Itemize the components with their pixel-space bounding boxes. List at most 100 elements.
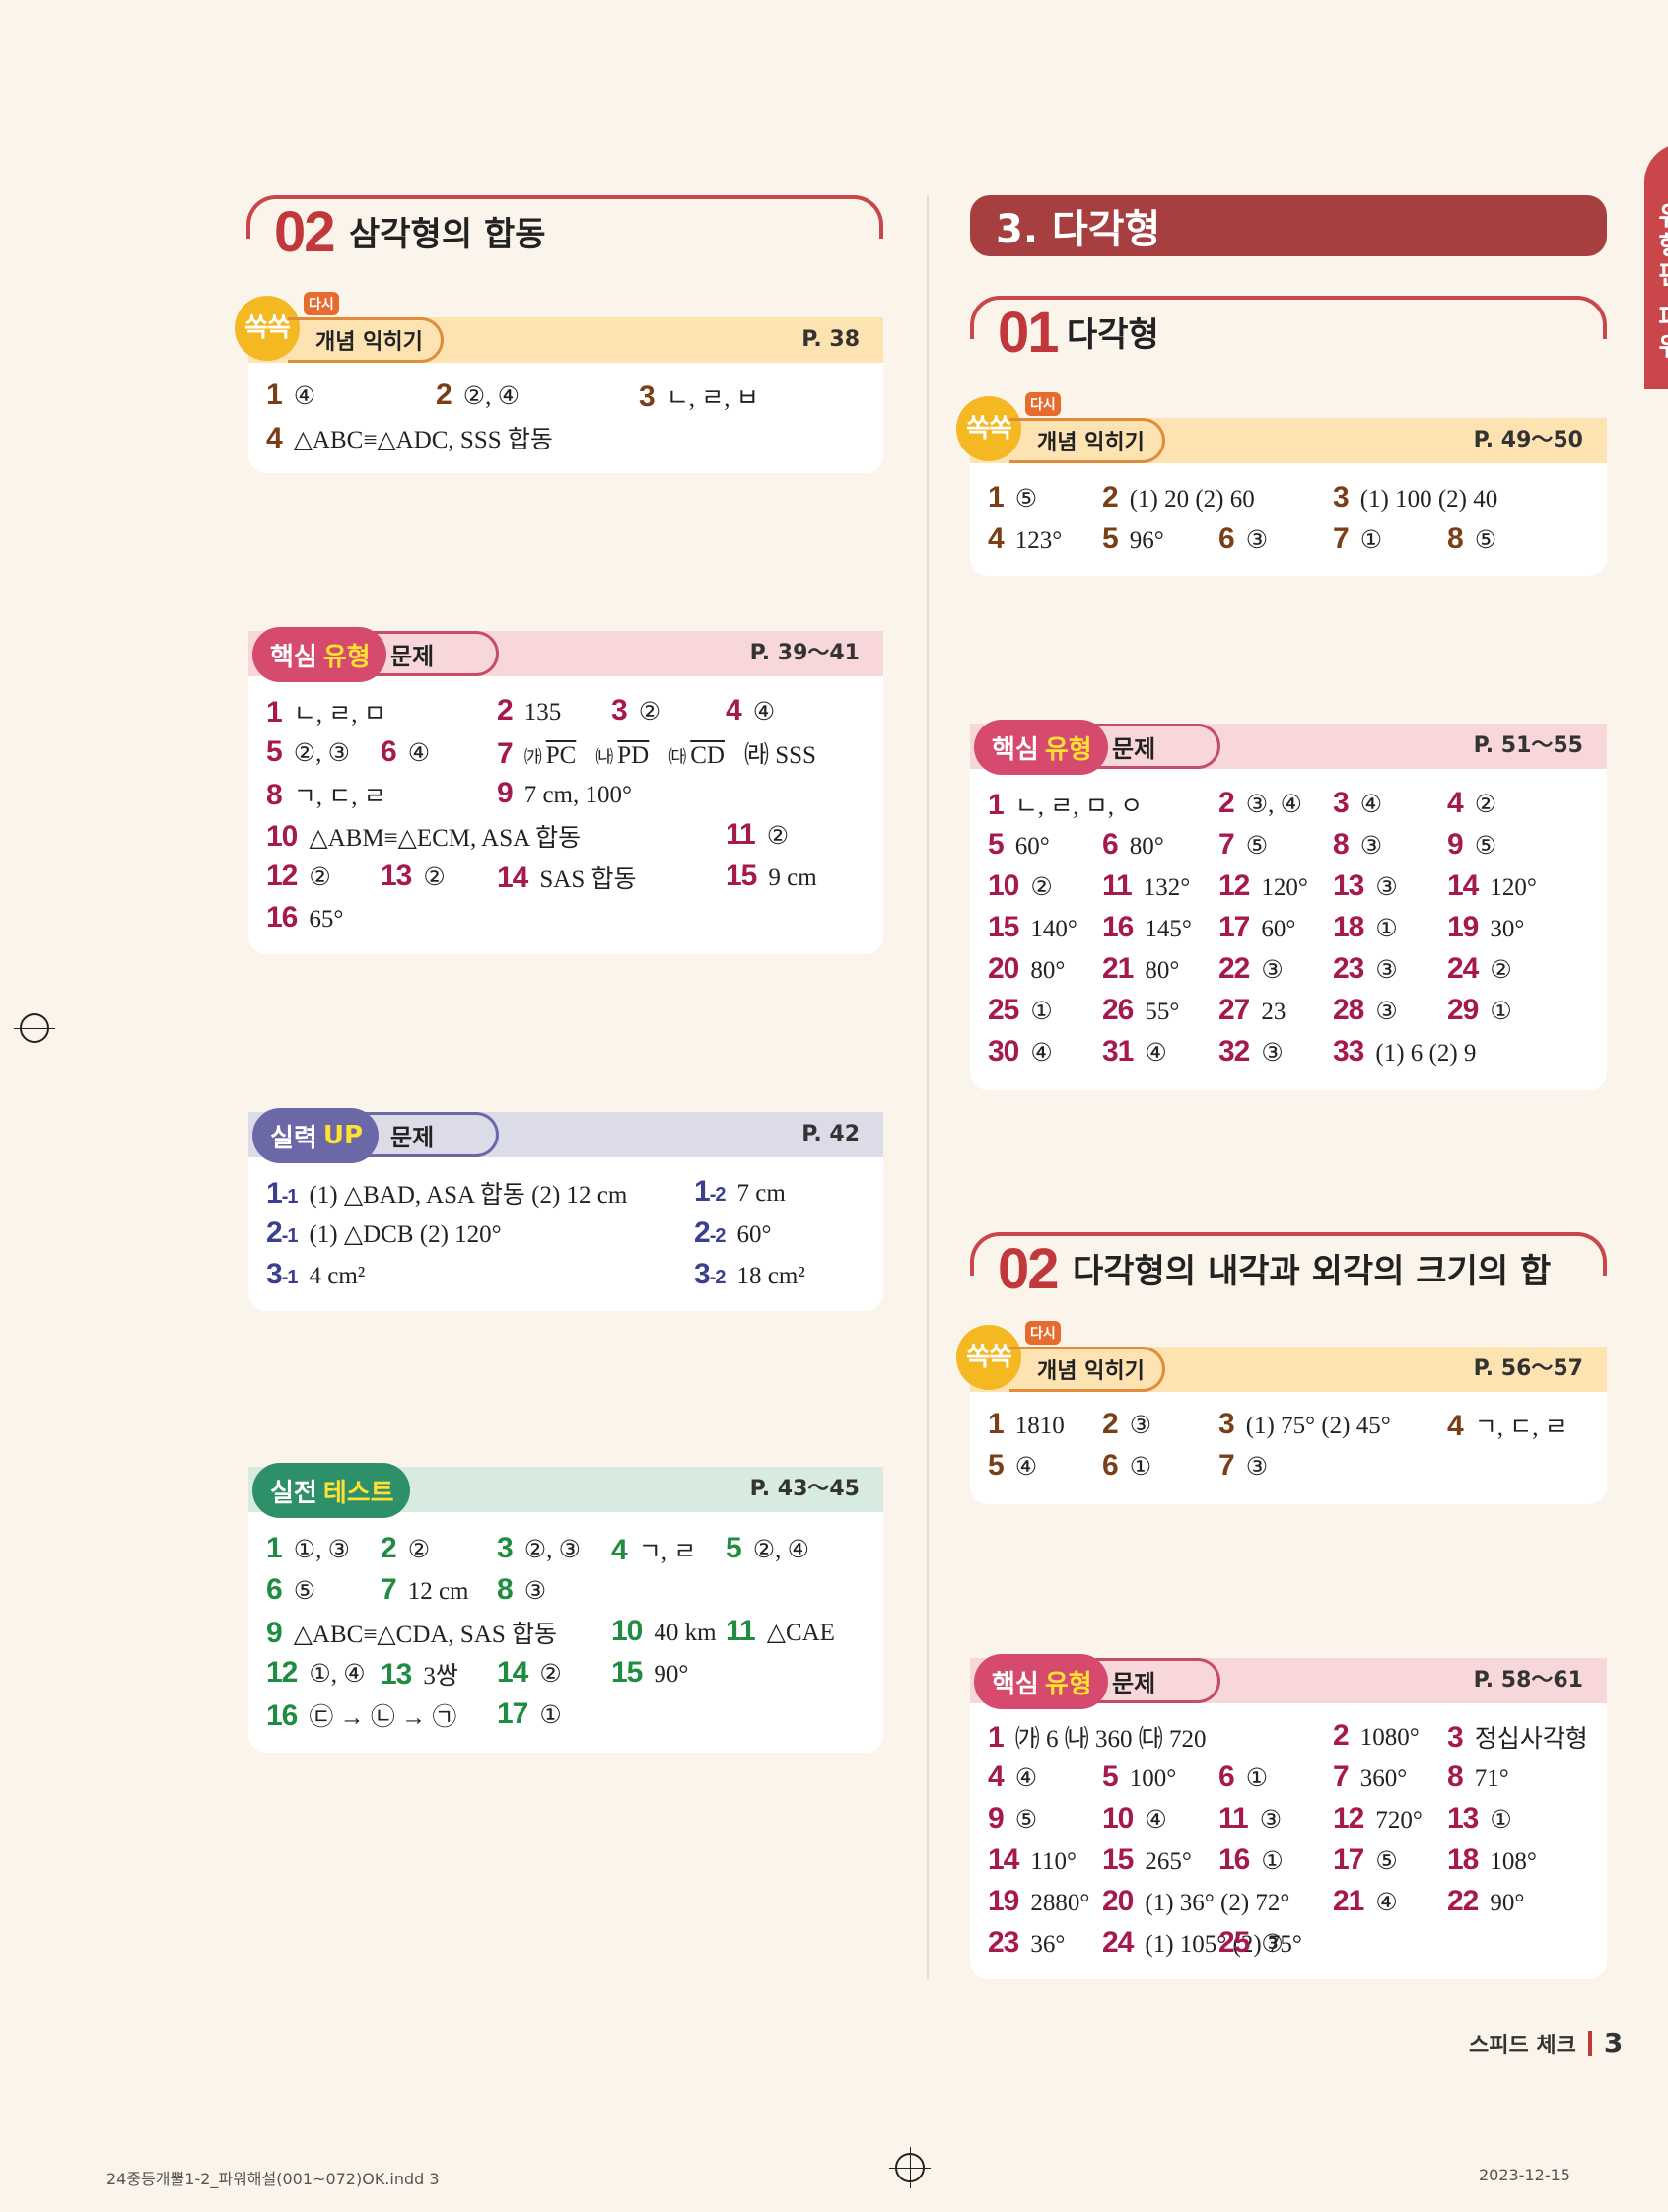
answer-item: 7③ xyxy=(1218,1449,1269,1482)
answer-item: 8③ xyxy=(497,1573,547,1606)
core-band: 문제 핵심 유형 P. 39～41 xyxy=(248,627,883,682)
answer-item: 11 ② xyxy=(726,818,790,851)
answer-item: 97 cm, 100° xyxy=(497,777,632,809)
core-answers-box: 문제 핵심 유형 P. 51～55 1 ㄴ, ㄹ, ㅁ, ㅇ 2 ③, ④ 3 ④ 4 ② 5 60… xyxy=(970,720,1607,1090)
side-tab: 유형편 파워 xyxy=(1644,143,1668,389)
answer-item: 17 60° xyxy=(1218,911,1296,943)
answer-item: 7① xyxy=(1333,522,1383,555)
answer-item: 5 ②, ③ xyxy=(266,735,351,768)
answer-item: 1 1810 xyxy=(988,1408,1065,1440)
answer-item: 19 2880° xyxy=(988,1885,1090,1917)
page-ref: P. 51～55 xyxy=(1473,733,1583,758)
answer-item: 2 ②, ④ xyxy=(436,379,521,411)
answer-item: 12 120° xyxy=(1218,869,1308,902)
speed-check-footer: 스피드 체크 3 xyxy=(1469,2027,1623,2059)
answer-item: 15 140° xyxy=(988,911,1077,943)
answer-item: 14 120° xyxy=(1447,869,1537,902)
answer-item: 8 ㄱ, ㄷ, ㄹ xyxy=(266,779,386,811)
test-answers-box: 실전 테스트 P. 43～45 1 ①, ③ 2② 3 ②, ③ 4 ㄱ, ㄹ 5 ②, … xyxy=(248,1463,883,1753)
print-date: 2023-12-15 xyxy=(1479,2166,1570,2184)
answer-item: 13 3쌍 xyxy=(381,1658,458,1691)
answer-item: 9 △ABC≡△CDA, SAS 합동 xyxy=(266,1617,558,1649)
answer-item: 3 ②, ③ xyxy=(497,1532,582,1564)
section-number: 02 xyxy=(268,201,344,264)
answer-item: 6① xyxy=(1218,1761,1269,1793)
concept-label: 개념 익히기 xyxy=(1009,1347,1165,1392)
answer-item: 2-2 60° xyxy=(694,1216,772,1249)
answer-item: 8 71° xyxy=(1447,1761,1509,1793)
answer-item: 8③ xyxy=(1333,828,1383,861)
answer-item: 4 △ABC≡△ADC, SSS 합동 xyxy=(266,422,553,454)
answer-item: 20 80° xyxy=(988,952,1066,985)
dasi-badge: 다시 xyxy=(1025,1321,1061,1345)
answer-item: 10 ④ xyxy=(1102,1802,1167,1834)
answer-item: 7⑤ xyxy=(1218,828,1269,861)
answer-item: 6③ xyxy=(1218,522,1269,555)
answer-item: 3② xyxy=(611,694,661,726)
answer-item: 17 ① xyxy=(497,1697,562,1730)
answer-item: 14 110° xyxy=(988,1843,1077,1876)
answer-item: 6 80° xyxy=(1102,828,1164,861)
answer-item: 19 30° xyxy=(1447,911,1525,943)
answer-item: 3 (1) 75° (2) 45° xyxy=(1218,1408,1391,1440)
answer-item: 9⑤ xyxy=(988,1802,1038,1834)
concept-answers-box: 쏙쏙 다시 개념 익히기 P. 49～50 1⑤ 2 (1) 20 (2) 60 … xyxy=(956,392,1607,576)
answer-item: 10 △ABM≡△ECM, ASA 합동 xyxy=(266,820,582,853)
answer-item: 13 ③ xyxy=(1333,869,1398,902)
answer-item: 31 ④ xyxy=(1102,1035,1167,1068)
answer-item: 6⑤ xyxy=(266,1573,316,1606)
section-heading: 01 다각형 xyxy=(970,296,1607,371)
concept-label: 개념 익히기 xyxy=(1009,418,1165,463)
answer-item: 7 ㈎ PC ㈏ PD ㈐ CD ㈑ SSS xyxy=(497,737,816,770)
answer-item: 2③ xyxy=(1102,1408,1152,1440)
page-ref: P. 56～57 xyxy=(1473,1356,1583,1381)
answer-item: 4④ xyxy=(726,694,776,726)
dasi-badge: 다시 xyxy=(1025,392,1061,416)
answer-item: 2-1 (1) △DCB (2) 120° xyxy=(266,1216,502,1249)
answer-item: 5 60° xyxy=(988,828,1050,861)
answer-item: 32 ③ xyxy=(1218,1035,1284,1068)
answer-item: 16 ① xyxy=(1218,1843,1284,1876)
answer-item: 12 ② xyxy=(266,860,331,892)
answer-item: 15 9 cm xyxy=(726,860,817,892)
answer-item: 10 ② xyxy=(988,869,1053,902)
page-ref: P. 58～61 xyxy=(1473,1668,1583,1693)
answer-item: 5④ xyxy=(988,1449,1038,1482)
answer-item: 16 65° xyxy=(266,901,344,933)
file-name: 24중등개뿔1-2_파워해설(001~072)OK.indd 3 xyxy=(106,2170,440,2188)
concept-label: 개념 익히기 xyxy=(288,317,444,363)
answer-item: 26 55° xyxy=(1102,994,1180,1026)
answer-item: 2 1080° xyxy=(1333,1719,1420,1752)
answer-item: 3 정십사각형 xyxy=(1447,1721,1588,1754)
answer-item: 25 ① xyxy=(988,994,1053,1026)
up-band: 문제 실력 UP P. 42 xyxy=(248,1108,883,1163)
answer-item: 16 145° xyxy=(1102,911,1192,943)
answer-item: 21 80° xyxy=(1102,952,1180,985)
answer-item: 9⑤ xyxy=(1447,828,1497,861)
answer-item: 4 ㄱ, ㄹ xyxy=(611,1534,697,1566)
answer-item: 11 132° xyxy=(1102,869,1191,902)
page-ref: P. 38 xyxy=(801,327,860,352)
answer-item: 3-2 18 cm² xyxy=(694,1258,805,1290)
page-ref: P. 42 xyxy=(801,1122,860,1146)
answer-item: 15 265° xyxy=(1102,1843,1192,1876)
section-heading: 02 삼각형의 합동 xyxy=(246,195,883,270)
answer-item: 23 36° xyxy=(988,1926,1066,1959)
answer-item: 23 ③ xyxy=(1333,952,1398,985)
answer-item: 18 ① xyxy=(1333,911,1398,943)
answer-item: 33 (1) 6 (2) 9 xyxy=(1333,1035,1477,1068)
answer-item: 21 ④ xyxy=(1333,1885,1398,1917)
section-heading: 02 다각형의 내각과 외각의 크기의 합 xyxy=(970,1232,1607,1307)
answer-item: 1 ㄴ, ㄹ, ㅁ xyxy=(266,696,386,728)
answer-item: 29 ① xyxy=(1447,994,1512,1026)
answer-item: 1 ①, ③ xyxy=(266,1532,351,1564)
concept-band: 쏙쏙 다시 개념 익히기 P. 49～50 xyxy=(956,392,1607,463)
section-title: 다각형 xyxy=(1067,313,1169,357)
answer-item: 5 100° xyxy=(1102,1761,1177,1793)
answer-item: 1 ㄴ, ㄹ, ㅁ, ㅇ xyxy=(988,789,1144,821)
page-ref: P. 39～41 xyxy=(749,641,860,665)
core-pill: 핵심 유형 xyxy=(252,627,386,682)
answer-item: 5 96° xyxy=(1102,522,1164,555)
answer-item: 22 ③ xyxy=(1218,952,1284,985)
up-answers-box: 문제 실력 UP P. 42 1-1 (1) △BAD, ASA 합동 (2) 12… xyxy=(248,1108,883,1311)
